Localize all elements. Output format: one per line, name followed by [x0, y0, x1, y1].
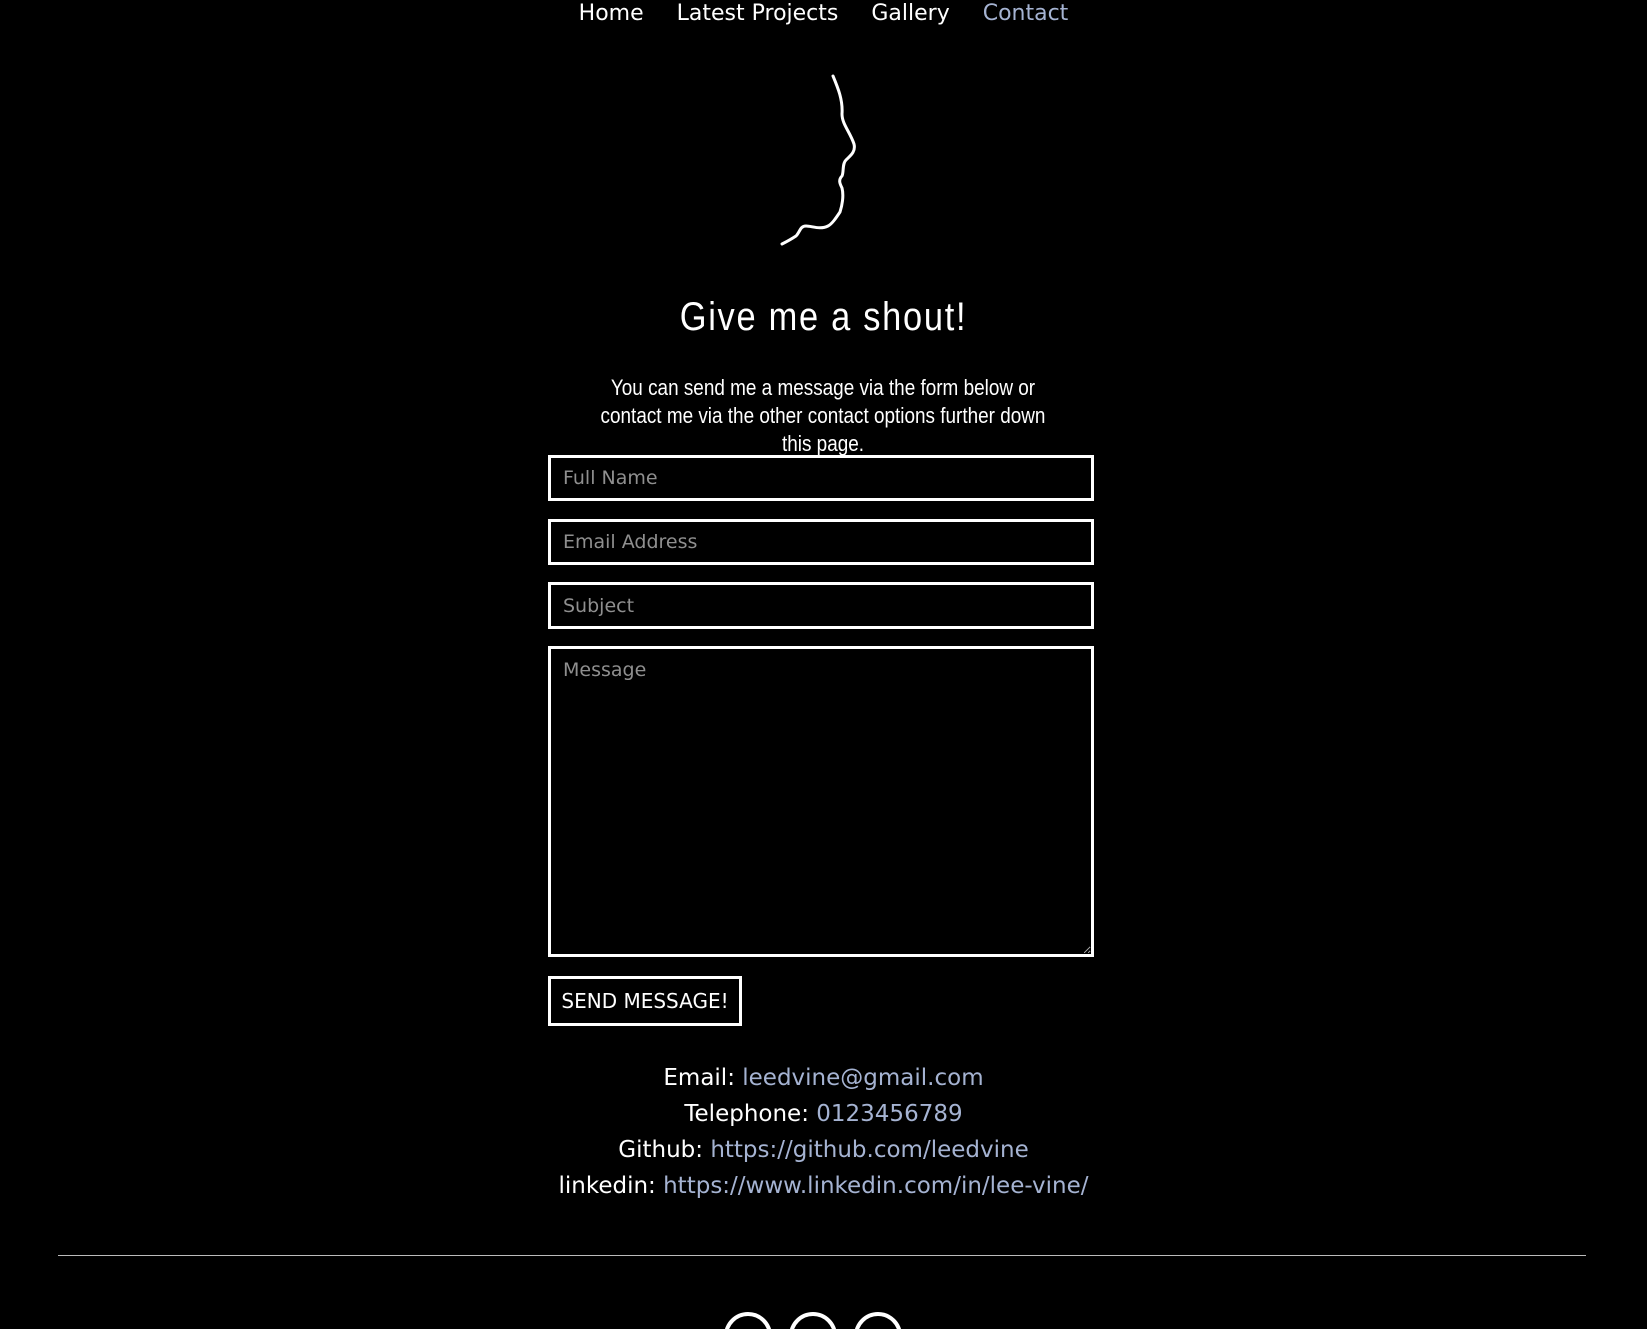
nav-latest-projects-link[interactable]: Latest Projects: [677, 0, 839, 30]
contact-details: Email: leedvine@gmail.com Telephone: 012…: [0, 1060, 1647, 1204]
contact-github-link[interactable]: https://github.com/leedvine: [710, 1137, 1028, 1163]
contact-page: Home Latest Projects Gallery Contact Giv…: [0, 0, 1647, 1329]
email-icon[interactable]: ✉: [854, 1312, 902, 1329]
contact-github-label: Github:: [618, 1137, 711, 1163]
nav-contact-link[interactable]: Contact: [983, 0, 1069, 30]
face-profile-logo: [780, 74, 856, 246]
contact-linkedin-row: linkedin: https://www.linkedin.com/in/le…: [0, 1168, 1647, 1204]
main-nav: Home Latest Projects Gallery Contact: [0, 0, 1647, 30]
contact-email-label: Email:: [663, 1065, 743, 1091]
footer-social-links: in ● ✉: [724, 1312, 902, 1329]
contact-telephone-link[interactable]: 0123456789: [816, 1101, 962, 1127]
linkedin-icon[interactable]: in: [724, 1312, 772, 1329]
github-icon[interactable]: ●: [789, 1312, 837, 1329]
nav-home-link[interactable]: Home: [579, 0, 644, 30]
contact-email-link[interactable]: leedvine@gmail.com: [742, 1065, 983, 1091]
page-heading: Give me a shout!: [679, 295, 968, 339]
contact-email-row: Email: leedvine@gmail.com: [0, 1060, 1647, 1096]
message-field[interactable]: [548, 646, 1094, 957]
nav-gallery-link[interactable]: Gallery: [871, 0, 949, 30]
contact-telephone-label: Telephone:: [684, 1101, 817, 1127]
contact-linkedin-label: linkedin:: [558, 1173, 664, 1199]
footer-divider: [58, 1255, 1586, 1256]
send-message-button[interactable]: SEND MESSAGE!: [548, 976, 742, 1026]
full-name-field[interactable]: [548, 455, 1094, 501]
subject-field[interactable]: [548, 582, 1094, 629]
contact-linkedin-link[interactable]: https://www.linkedin.com/in/lee-vine/: [663, 1173, 1088, 1199]
intro-text: You can send me a message via the form b…: [600, 375, 1046, 456]
contact-github-row: Github: https://github.com/leedvine: [0, 1132, 1647, 1168]
contact-telephone-row: Telephone: 0123456789: [0, 1096, 1647, 1132]
email-field[interactable]: [548, 519, 1094, 565]
